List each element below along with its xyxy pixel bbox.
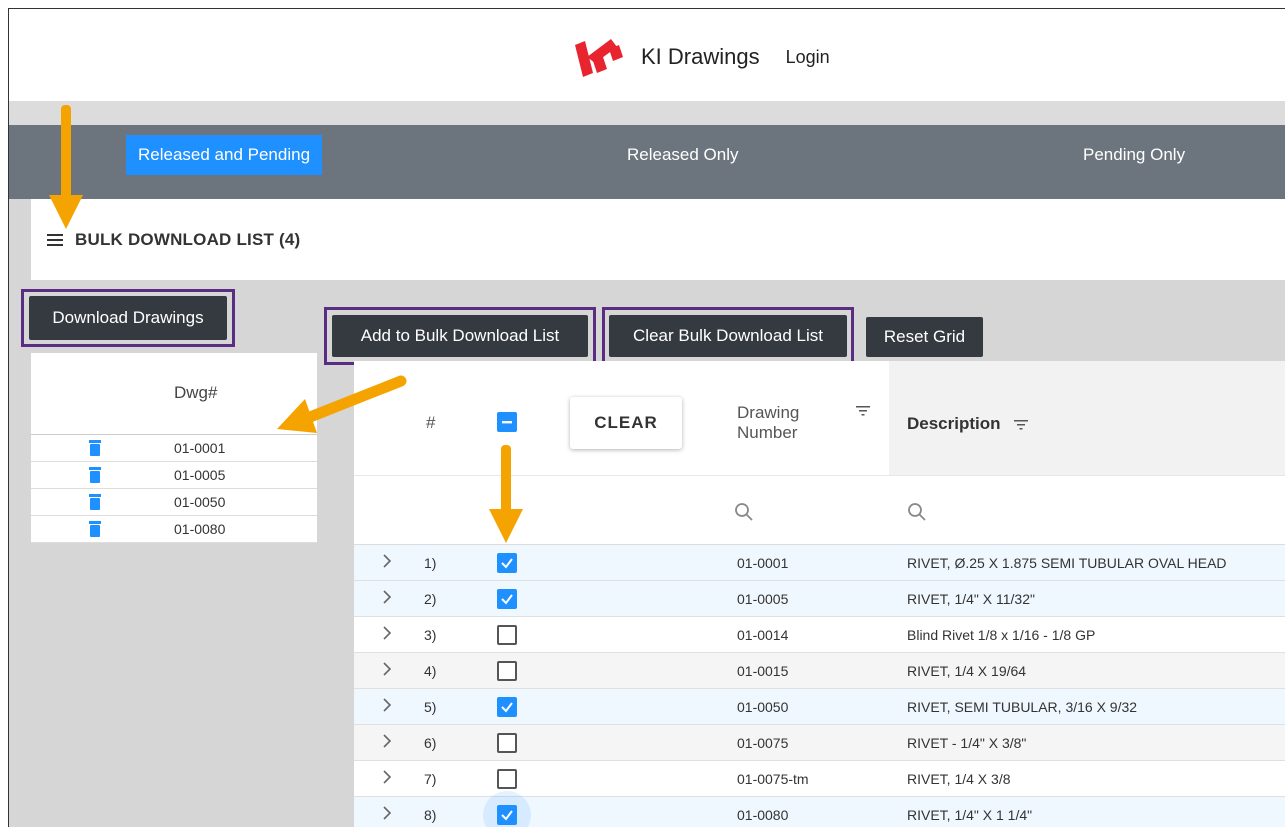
annotation-arrow-down-icon bbox=[489, 445, 523, 543]
chevron-right-icon[interactable] bbox=[380, 770, 394, 784]
app-title: KI Drawings bbox=[641, 44, 760, 69]
bulk-download-title: BULK DOWNLOAD LIST (4) bbox=[75, 229, 301, 249]
reset-grid-button[interactable]: Reset Grid bbox=[866, 317, 983, 357]
row-drawing-number: 01-0075-tm bbox=[737, 771, 809, 787]
row-description: RIVET, 1/4" X 11/32" bbox=[907, 591, 1035, 607]
col-header-description: Description bbox=[907, 414, 1001, 433]
row-drawing-number: 01-0005 bbox=[737, 591, 789, 607]
col-header-num: # bbox=[426, 413, 436, 432]
drawings-grid: # CLEAR Drawing Number Description 1) 01… bbox=[354, 361, 1285, 827]
annotation-arrow-left-icon bbox=[277, 375, 407, 433]
header-divider bbox=[9, 101, 1285, 125]
table-row[interactable]: 6) 01-0075 RIVET - 1/4" X 3/8" bbox=[354, 725, 1285, 761]
login-link[interactable]: Login bbox=[786, 47, 830, 68]
row-checkbox[interactable] bbox=[497, 769, 517, 789]
row-drawing-number: 01-0014 bbox=[737, 627, 789, 643]
dwg-column-header: Dwg# bbox=[174, 383, 218, 402]
chevron-right-icon[interactable] bbox=[380, 806, 394, 820]
row-description: RIVET - 1/4" X 3/8" bbox=[907, 735, 1027, 751]
col-header-drawing-line1: Drawing bbox=[737, 403, 800, 422]
row-drawing-number: 01-0080 bbox=[737, 807, 789, 823]
chevron-right-icon[interactable] bbox=[380, 590, 394, 604]
bulk-download-header: BULK DOWNLOAD LIST (4) bbox=[31, 199, 1285, 280]
chevron-right-icon[interactable] bbox=[380, 698, 394, 712]
row-checkbox[interactable] bbox=[497, 697, 517, 717]
chevron-right-icon[interactable] bbox=[380, 662, 394, 676]
nav-released-and-pending[interactable]: Released and Pending bbox=[126, 135, 323, 175]
ki-logo-icon bbox=[575, 39, 623, 77]
table-row[interactable]: 5) 01-0050 RIVET, SEMI TUBULAR, 3/16 X 9… bbox=[354, 689, 1285, 725]
table-row[interactable]: 7) 01-0075-tm RIVET, 1/4 X 3/8 bbox=[354, 761, 1285, 797]
chevron-right-icon[interactable] bbox=[380, 554, 394, 568]
row-description: RIVET, SEMI TUBULAR, 3/16 X 9/32 bbox=[907, 699, 1138, 715]
trash-icon[interactable] bbox=[89, 494, 101, 510]
trash-icon[interactable] bbox=[89, 467, 101, 483]
clear-selection-button[interactable]: CLEAR bbox=[570, 397, 682, 449]
bulk-list-item: 01-0080 bbox=[31, 516, 317, 543]
row-description: RIVET, 1/4 X 19/64 bbox=[907, 663, 1027, 679]
row-checkbox[interactable] bbox=[497, 553, 517, 573]
row-description: RIVET, 1/4" X 1 1/4" bbox=[907, 807, 1033, 823]
row-number: 5) bbox=[424, 699, 437, 715]
bulk-list-item: 01-0001 bbox=[31, 435, 317, 462]
row-number: 3) bbox=[424, 627, 437, 643]
row-drawing-number: 01-0001 bbox=[737, 555, 789, 571]
nav-released-only[interactable]: Released Only bbox=[615, 135, 751, 175]
bulk-item-dwg: 01-0050 bbox=[174, 494, 226, 510]
trash-icon[interactable] bbox=[89, 521, 101, 537]
row-number: 1) bbox=[424, 555, 437, 571]
col-header-drawing-line2: Number bbox=[737, 423, 798, 442]
row-description: RIVET, 1/4 X 3/8 bbox=[907, 771, 1011, 787]
row-number: 8) bbox=[424, 807, 437, 823]
table-row[interactable]: 1) 01-0001 RIVET, Ø.25 X 1.875 SEMI TUBU… bbox=[354, 545, 1285, 581]
add-to-bulk-list-button[interactable]: Add to Bulk Download List bbox=[332, 315, 588, 357]
table-row[interactable]: 2) 01-0005 RIVET, 1/4" X 11/32" bbox=[354, 581, 1285, 617]
row-checkbox[interactable] bbox=[497, 589, 517, 609]
top-bar: KI Drawings Login bbox=[9, 9, 1285, 101]
bulk-item-dwg: 01-0005 bbox=[174, 467, 226, 483]
description-filter-icon[interactable] bbox=[1014, 419, 1028, 431]
bulk-list-item: 01-0050 bbox=[31, 489, 317, 516]
table-row[interactable]: 3) 01-0014 Blind Rivet 1/8 x 1/16 - 1/8 … bbox=[354, 617, 1285, 653]
menu-icon[interactable] bbox=[47, 233, 63, 246]
annotation-arrow-down-icon bbox=[49, 105, 83, 229]
row-drawing-number: 01-0075 bbox=[737, 735, 789, 751]
row-description: RIVET, Ø.25 X 1.875 SEMI TUBULAR OVAL HE… bbox=[907, 555, 1227, 571]
row-description: Blind Rivet 1/8 x 1/16 - 1/8 GP bbox=[907, 627, 1096, 643]
row-number: 2) bbox=[424, 591, 437, 607]
download-drawings-button[interactable]: Download Drawings bbox=[29, 296, 227, 340]
clear-bulk-list-button[interactable]: Clear Bulk Download List bbox=[609, 315, 847, 357]
drawing-filter-icon[interactable] bbox=[856, 405, 870, 417]
row-drawing-number: 01-0050 bbox=[737, 699, 789, 715]
chevron-right-icon[interactable] bbox=[380, 734, 394, 748]
row-number: 6) bbox=[424, 735, 437, 751]
search-icon[interactable] bbox=[734, 502, 754, 522]
nav-pending-only[interactable]: Pending Only bbox=[1071, 135, 1197, 175]
trash-icon[interactable] bbox=[89, 440, 101, 456]
select-all-checkbox[interactable] bbox=[497, 412, 517, 432]
filter-navbar: Released and Pending Released Only Pendi… bbox=[9, 125, 1285, 199]
row-checkbox[interactable] bbox=[497, 661, 517, 681]
row-checkbox[interactable] bbox=[497, 805, 517, 825]
bulk-item-dwg: 01-0080 bbox=[174, 521, 226, 537]
chevron-right-icon[interactable] bbox=[380, 626, 394, 640]
row-drawing-number: 01-0015 bbox=[737, 663, 789, 679]
brand: KI Drawings Login bbox=[569, 31, 830, 83]
row-number: 4) bbox=[424, 663, 437, 679]
table-row[interactable]: 8) 01-0080 RIVET, 1/4" X 1 1/4" bbox=[354, 791, 1285, 827]
row-checkbox[interactable] bbox=[497, 625, 517, 645]
table-row[interactable]: 4) 01-0015 RIVET, 1/4 X 19/64 bbox=[354, 653, 1285, 689]
bulk-list-item: 01-0005 bbox=[31, 462, 317, 489]
app-frame: KI Drawings Login Released and Pending R… bbox=[8, 8, 1285, 827]
row-number: 7) bbox=[424, 771, 437, 787]
row-checkbox[interactable] bbox=[497, 733, 517, 753]
search-icon[interactable] bbox=[907, 502, 927, 522]
bulk-item-dwg: 01-0001 bbox=[174, 440, 226, 456]
